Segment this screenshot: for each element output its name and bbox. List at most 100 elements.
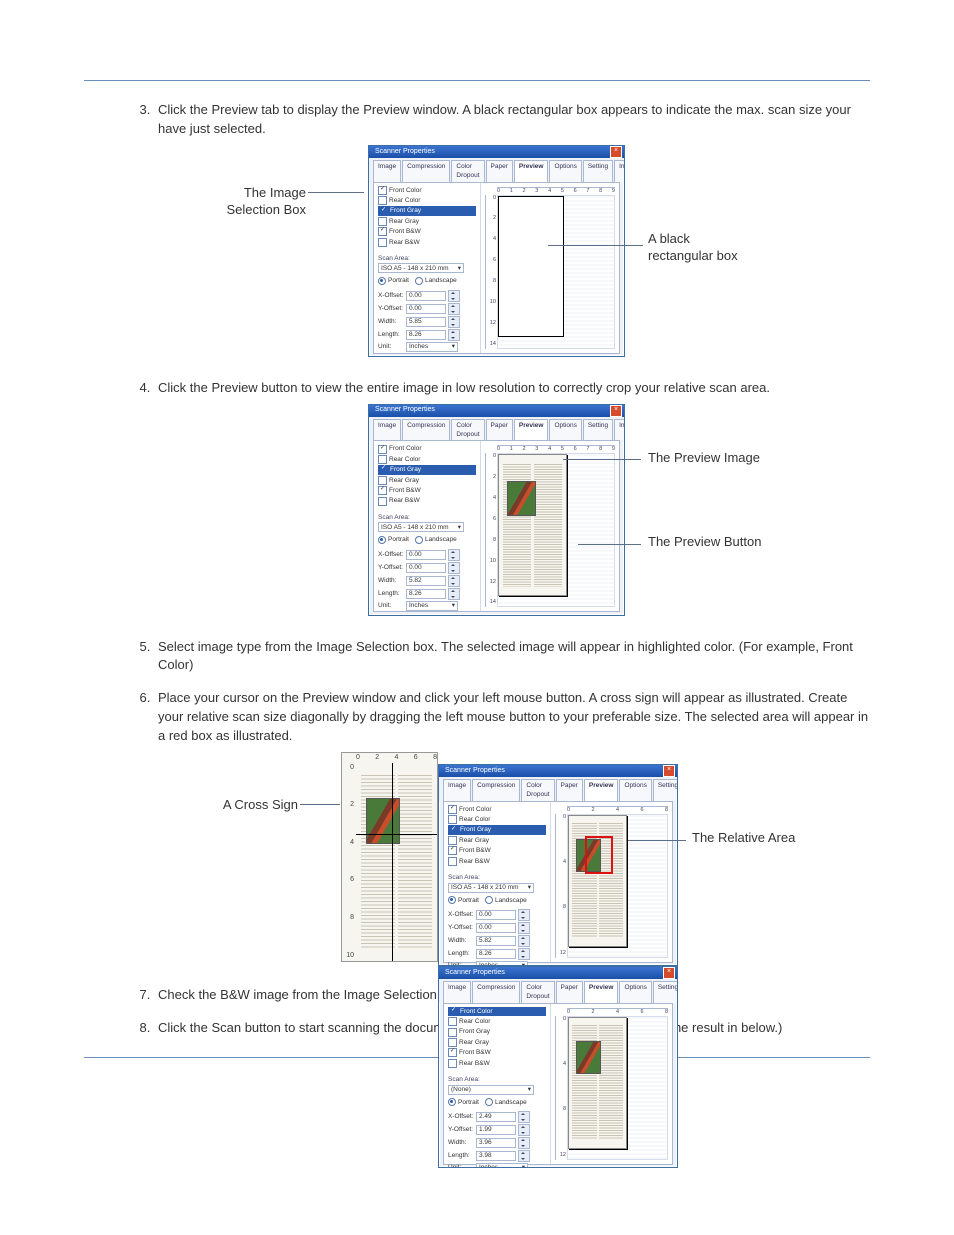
tab-setting[interactable]: Setting xyxy=(653,981,678,1003)
preview-pane[interactable]: 02468 04812 xyxy=(551,1004,672,1164)
radio-portrait[interactable] xyxy=(378,277,386,285)
chk-front-color[interactable]: ✓Front Color xyxy=(378,444,476,453)
length-input[interactable]: 8.26 xyxy=(406,330,446,340)
spinner-icon[interactable] xyxy=(518,922,530,934)
chk-rear-bw[interactable]: Rear B&W xyxy=(448,857,546,866)
close-icon[interactable]: × xyxy=(663,967,675,979)
spinner-icon[interactable] xyxy=(448,303,460,315)
spinner-icon[interactable] xyxy=(448,562,460,574)
width-input[interactable]: 5.82 xyxy=(406,576,446,586)
chk-front-gray[interactable]: ✓Front Gray xyxy=(378,465,476,474)
unit-select[interactable]: Inches▾ xyxy=(476,1163,528,1168)
length-input[interactable]: 8.26 xyxy=(476,949,516,959)
y-offset-input[interactable]: 0.00 xyxy=(476,923,516,933)
tab-color-dropout[interactable]: Color Dropout xyxy=(521,981,554,1003)
tab-options[interactable]: Options xyxy=(619,779,651,801)
tab-compression[interactable]: Compression xyxy=(402,419,450,441)
spinner-icon[interactable] xyxy=(448,588,460,600)
x-offset-input[interactable]: 0.00 xyxy=(406,291,446,301)
chk-front-bw[interactable]: ✓Front B&W xyxy=(448,1048,546,1057)
length-input[interactable]: 3.98 xyxy=(476,1151,516,1161)
tab-preview[interactable]: Preview xyxy=(514,160,549,182)
tab-preview[interactable]: Preview xyxy=(584,779,619,801)
radio-portrait[interactable] xyxy=(378,536,386,544)
tab-paper[interactable]: Paper xyxy=(556,981,583,1003)
tab-color-dropout[interactable]: Color Dropout xyxy=(451,160,484,182)
tab-image[interactable]: Image xyxy=(373,160,401,182)
preview-pane[interactable]: 0123456789 02468101214 xyxy=(481,183,619,353)
chk-front-gray[interactable]: ✓Front Gray xyxy=(378,206,476,215)
scan-area-select[interactable]: ISO A5 - 148 x 210 mm▾ xyxy=(448,883,534,893)
spinner-icon[interactable] xyxy=(448,575,460,587)
tab-image[interactable]: Image xyxy=(443,779,471,801)
x-offset-input[interactable]: 2.49 xyxy=(476,1112,516,1122)
tab-compression[interactable]: Compression xyxy=(472,779,520,801)
chk-rear-color[interactable]: Rear Color xyxy=(378,196,476,205)
chk-front-bw[interactable]: ✓Front B&W xyxy=(448,846,546,855)
radio-landscape[interactable] xyxy=(485,1098,493,1106)
tab-options[interactable]: Options xyxy=(549,160,581,182)
close-icon[interactable]: × xyxy=(663,765,675,777)
spinner-icon[interactable] xyxy=(518,1111,530,1123)
spinner-icon[interactable] xyxy=(518,1150,530,1162)
close-icon[interactable]: × xyxy=(610,405,622,417)
spinner-icon[interactable] xyxy=(518,1137,530,1149)
tab-setting[interactable]: Setting xyxy=(583,419,613,441)
radio-portrait[interactable] xyxy=(448,896,456,904)
tab-color-dropout[interactable]: Color Dropout xyxy=(521,779,554,801)
chk-front-gray[interactable]: ✓Front Gray xyxy=(448,825,546,834)
tab-paper[interactable]: Paper xyxy=(486,419,513,441)
tab-paper[interactable]: Paper xyxy=(486,160,513,182)
tab-image[interactable]: Image xyxy=(373,419,401,441)
chk-front-bw[interactable]: ✓Front B&W xyxy=(378,227,476,236)
tab-paper[interactable]: Paper xyxy=(556,779,583,801)
tab-options[interactable]: Options xyxy=(619,981,651,1003)
chk-rear-gray[interactable]: Rear Gray xyxy=(378,476,476,485)
spinner-icon[interactable] xyxy=(448,316,460,328)
unit-select[interactable]: Inches▾ xyxy=(406,601,458,611)
spinner-icon[interactable] xyxy=(448,549,460,561)
x-offset-input[interactable]: 0.00 xyxy=(406,550,446,560)
chk-rear-gray[interactable]: Rear Gray xyxy=(448,1038,546,1047)
preview-canvas[interactable] xyxy=(497,195,615,349)
chk-rear-bw[interactable]: Rear B&W xyxy=(378,496,476,505)
y-offset-input[interactable]: 0.00 xyxy=(406,304,446,314)
spinner-icon[interactable] xyxy=(518,935,530,947)
scan-area-select[interactable]: ISO A5 - 148 x 210 mm▾ xyxy=(378,522,464,532)
width-input[interactable]: 5.82 xyxy=(476,936,516,946)
chk-front-color[interactable]: ✓Front Color xyxy=(448,1007,546,1016)
tab-options[interactable]: Options xyxy=(549,419,581,441)
tab-information[interactable]: Information xyxy=(614,419,625,441)
chk-rear-gray[interactable]: Rear Gray xyxy=(378,217,476,226)
close-icon[interactable]: × xyxy=(610,146,622,158)
x-offset-input[interactable]: 0.00 xyxy=(476,910,516,920)
tab-preview[interactable]: Preview xyxy=(514,419,549,441)
chk-front-color[interactable]: ✓Front Color xyxy=(448,805,546,814)
spinner-icon[interactable] xyxy=(518,948,530,960)
unit-select[interactable]: Inches▾ xyxy=(406,342,458,352)
tab-setting[interactable]: Setting xyxy=(583,160,613,182)
radio-landscape[interactable] xyxy=(415,536,423,544)
chk-rear-gray[interactable]: Rear Gray xyxy=(448,836,546,845)
radio-landscape[interactable] xyxy=(485,896,493,904)
radio-portrait[interactable] xyxy=(448,1098,456,1106)
chk-front-bw[interactable]: ✓Front B&W xyxy=(378,486,476,495)
y-offset-input[interactable]: 0.00 xyxy=(406,563,446,573)
tab-compression[interactable]: Compression xyxy=(402,160,450,182)
tab-compression[interactable]: Compression xyxy=(472,981,520,1003)
chk-rear-color[interactable]: Rear Color xyxy=(448,815,546,824)
width-input[interactable]: 3.96 xyxy=(476,1138,516,1148)
spinner-icon[interactable] xyxy=(448,290,460,302)
radio-landscape[interactable] xyxy=(415,277,423,285)
scan-area-select[interactable]: (None)▾ xyxy=(448,1085,534,1095)
chk-rear-color[interactable]: Rear Color xyxy=(378,455,476,464)
chk-rear-bw[interactable]: Rear B&W xyxy=(448,1059,546,1068)
spinner-icon[interactable] xyxy=(518,1124,530,1136)
chk-rear-bw[interactable]: Rear B&W xyxy=(378,238,476,247)
spinner-icon[interactable] xyxy=(448,329,460,341)
tab-preview[interactable]: Preview xyxy=(584,981,619,1003)
scan-area-select[interactable]: ISO A5 - 148 x 210 mm▾ xyxy=(378,263,464,273)
spinner-icon[interactable] xyxy=(518,909,530,921)
chk-rear-color[interactable]: Rear Color xyxy=(448,1017,546,1026)
tab-setting[interactable]: Setting xyxy=(653,779,678,801)
